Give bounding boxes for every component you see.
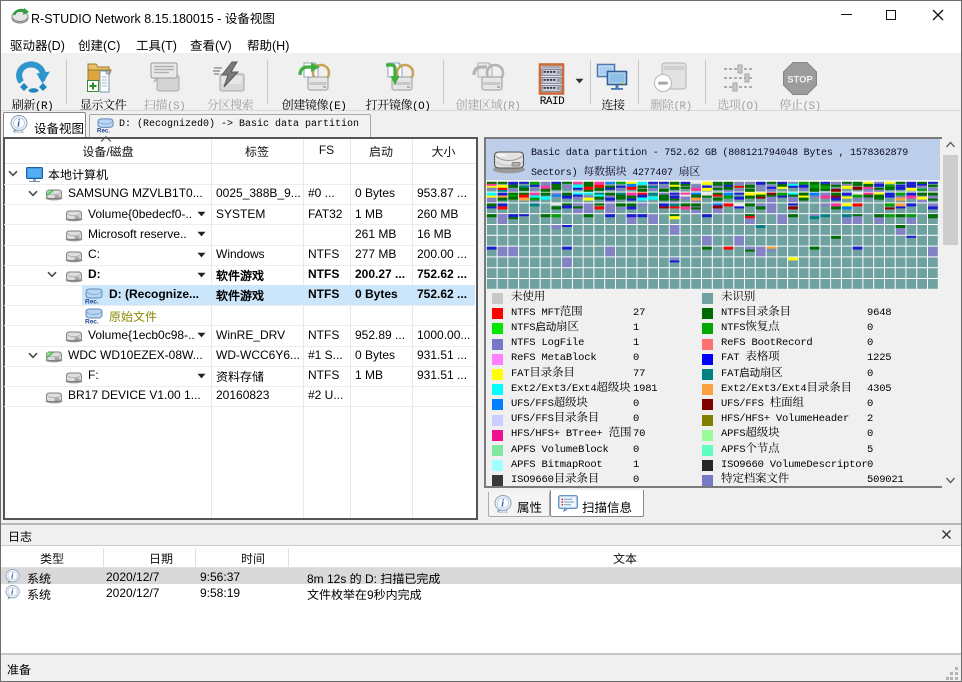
svg-text:i: i	[501, 499, 504, 510]
svg-text:Rec.: Rec.	[85, 298, 99, 304]
svg-text:Rec.: Rec.	[97, 128, 110, 133]
svg-text:STOP: STOP	[787, 75, 813, 86]
svg-text:i: i	[17, 119, 20, 130]
svg-text:Rec.: Rec.	[85, 319, 99, 325]
